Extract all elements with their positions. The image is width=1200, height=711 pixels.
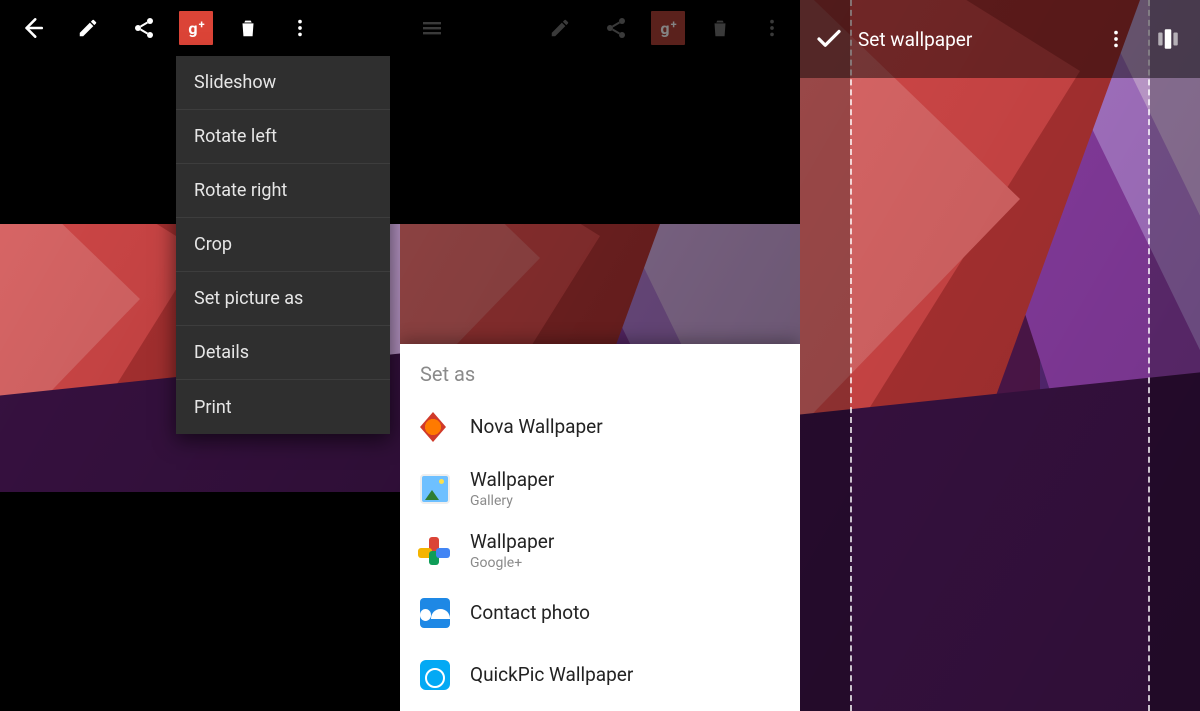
crop-outside-left xyxy=(800,0,850,711)
delete-button[interactable] xyxy=(220,0,276,56)
menu-item-details[interactable]: Details xyxy=(176,326,390,380)
check-icon xyxy=(814,24,844,54)
screen-gallery-viewer: g+ Slideshow Rotate left Rotate right Cr… xyxy=(0,0,400,711)
overflow-menu: Slideshow Rotate left Rotate right Crop … xyxy=(176,56,390,434)
crop-mode-icon xyxy=(1155,26,1181,52)
menu-item-crop[interactable]: Crop xyxy=(176,218,390,272)
nova-icon xyxy=(420,412,446,442)
menu-item-slideshow[interactable]: Slideshow xyxy=(176,56,390,110)
set-as-quickpic-wallpaper[interactable]: QuickPic Wallpaper xyxy=(400,644,800,706)
overflow-button[interactable] xyxy=(276,0,324,56)
set-wallpaper-label: Set wallpaper xyxy=(858,28,972,51)
item-title: Wallpaper xyxy=(470,469,554,491)
share-button[interactable] xyxy=(116,0,172,56)
google-plus-icon xyxy=(420,537,448,565)
crop-mode-button[interactable] xyxy=(1144,11,1192,67)
wallpaper-preview[interactable] xyxy=(800,0,1200,711)
gallery-icon xyxy=(420,474,450,504)
screen-wallpaper-cropper: Set wallpaper xyxy=(800,0,1200,711)
item-title: QuickPic Wallpaper xyxy=(470,664,633,686)
item-title: Wallpaper xyxy=(470,531,554,553)
gplus-icon: g+ xyxy=(179,11,213,45)
set-wallpaper-button[interactable]: Set wallpaper xyxy=(808,24,1092,54)
set-as-wallpaper-googleplus[interactable]: Wallpaper Google+ xyxy=(400,520,800,582)
item-subtitle: Google+ xyxy=(470,555,554,571)
item-title: Nova Wallpaper xyxy=(470,416,603,438)
contact-icon xyxy=(420,598,450,628)
screen-set-as-chooser: g+ Set as Nova Wallpaper Wallpaper xyxy=(400,0,800,711)
google-plus-button[interactable]: g+ xyxy=(172,0,220,56)
cropper-toolbar: Set wallpaper xyxy=(800,0,1200,78)
menu-item-rotate-right[interactable]: Rotate right xyxy=(176,164,390,218)
item-title: Contact photo xyxy=(470,602,590,624)
set-as-wallpaper-gallery[interactable]: Wallpaper Gallery xyxy=(400,458,800,520)
crop-outside-right xyxy=(1150,0,1200,711)
set-as-contact-photo[interactable]: Contact photo xyxy=(400,582,800,644)
set-as-sheet: Set as Nova Wallpaper Wallpaper Gallery … xyxy=(400,344,800,711)
overflow-button[interactable] xyxy=(1092,11,1140,67)
quickpic-icon xyxy=(420,660,450,690)
menu-item-set-picture-as[interactable]: Set picture as xyxy=(176,272,390,326)
menu-item-print[interactable]: Print xyxy=(176,380,390,434)
menu-item-rotate-left[interactable]: Rotate left xyxy=(176,110,390,164)
sheet-title: Set as xyxy=(400,362,800,396)
set-as-nova-wallpaper[interactable]: Nova Wallpaper xyxy=(400,396,800,458)
viewer-toolbar: g+ xyxy=(0,0,400,56)
item-subtitle: Gallery xyxy=(470,493,554,509)
back-button[interactable] xyxy=(4,0,60,56)
edit-button[interactable] xyxy=(60,0,116,56)
